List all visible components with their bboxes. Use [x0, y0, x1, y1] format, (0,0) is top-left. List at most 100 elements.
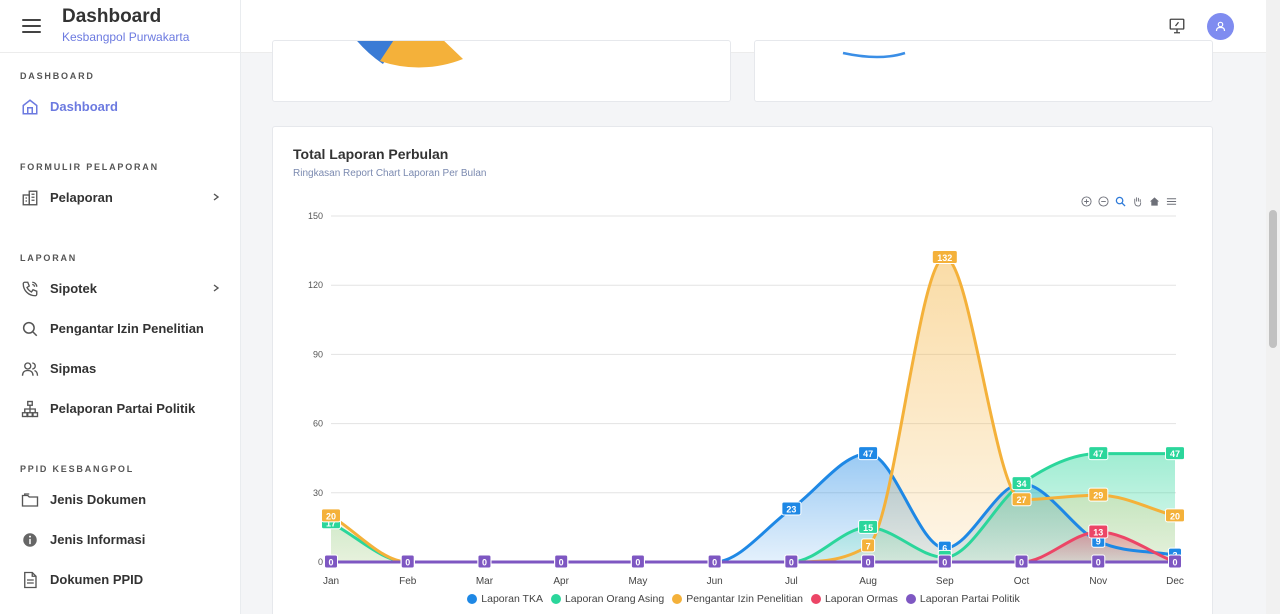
sitemap-icon — [21, 400, 39, 418]
page-title: Dashboard — [62, 6, 162, 27]
data-label: 20 — [1170, 511, 1180, 521]
legend-label: Laporan Orang Asing — [564, 593, 665, 605]
data-label: 0 — [559, 558, 564, 568]
legend-item[interactable]: Laporan TKA — [467, 593, 543, 605]
folder-icon — [21, 493, 39, 507]
scrollbar-thumb[interactable] — [1269, 210, 1277, 348]
pie-chart-partial — [842, 51, 906, 59]
x-tick-label: Sep — [936, 576, 954, 587]
phone-icon — [22, 281, 38, 297]
y-tick-label: 120 — [308, 280, 323, 290]
legend-marker — [467, 594, 478, 604]
legend-item[interactable]: Pengantar Izin Penelitian — [672, 593, 803, 605]
data-label: 0 — [1096, 558, 1101, 568]
x-tick-label: Dec — [1166, 576, 1184, 587]
legend-marker — [550, 594, 561, 604]
data-label: 34 — [1017, 479, 1027, 489]
page-subtitle: Kesbangpol Purwakarta — [62, 30, 190, 44]
sidebar-item-label: Sipmas — [50, 361, 97, 376]
data-label: 0 — [942, 558, 947, 568]
sidebar-item-pelaporan-partai-politik[interactable]: Pelaporan Partai Politik — [0, 392, 240, 426]
data-label: 132 — [937, 253, 952, 263]
page-scrollbar[interactable] — [1266, 0, 1280, 614]
data-label: 47 — [863, 449, 873, 459]
sidebar-item-label: Pengantar Izin Penelitian — [50, 321, 204, 336]
x-tick-label: Jul — [785, 576, 798, 587]
x-tick-label: Jun — [707, 576, 723, 587]
x-tick-label: Aug — [859, 576, 877, 587]
sidebar-item-label: Sipotek — [50, 281, 97, 296]
data-label: 0 — [1172, 558, 1177, 568]
legend-label: Laporan Ormas — [824, 593, 898, 605]
x-tick-label: Apr — [553, 576, 569, 587]
user-icon — [1215, 21, 1226, 32]
sidebar: Dashboard Kesbangpol Purwakarta DASHBOAR… — [0, 0, 241, 614]
data-label: 0 — [1019, 558, 1024, 568]
hamburger-menu-icon[interactable] — [22, 19, 41, 33]
sidebar-item-sipmas[interactable]: Sipmas — [0, 352, 240, 386]
y-tick-label: 90 — [313, 349, 323, 359]
search-icon — [22, 321, 38, 337]
pie-chart-card-left — [272, 40, 731, 102]
x-tick-label: May — [628, 576, 647, 587]
legend-marker — [810, 594, 821, 604]
sidebar-item-dashboard[interactable]: Dashboard — [0, 90, 240, 124]
pie-slice-orange — [380, 41, 463, 68]
legend-label: Laporan TKA — [481, 593, 543, 605]
data-label: 47 — [1170, 449, 1180, 459]
y-tick-label: 150 — [308, 211, 323, 221]
sidebar-item-pelaporan[interactable]: Pelaporan — [0, 181, 240, 215]
info-icon — [23, 533, 37, 547]
pie-edge-blue — [842, 51, 906, 59]
sidebar-item-jenis-dokumen[interactable]: Jenis Dokumen — [0, 483, 240, 517]
sidebar-item-sipotek[interactable]: Sipotek — [0, 272, 240, 306]
chart-legend: Laporan TKA Laporan Orang Asing Pengantar … — [273, 593, 1214, 607]
legend-marker — [905, 594, 916, 604]
section-formulir-pelaporan: FORMULIR PELAPORAN — [20, 162, 159, 172]
sidebar-item-label: Dokumen PPID — [50, 572, 144, 587]
data-label: 0 — [328, 558, 333, 568]
y-tick-label: 60 — [313, 419, 323, 429]
data-label: 0 — [482, 558, 487, 568]
series-area-2 — [331, 257, 1175, 562]
area-chart: 0306090120150Jan Feb Mar Apr May Jun Jul Aug Sep… — [308, 211, 1185, 587]
data-label: 0 — [789, 558, 794, 568]
data-label: 13 — [1093, 528, 1103, 538]
pie-chart-partial — [357, 41, 463, 68]
pie-chart-card-right — [754, 40, 1213, 102]
data-label: 29 — [1093, 491, 1103, 501]
monthly-report-card: Total Laporan Perbulan Ringkasan Report … — [272, 126, 1213, 614]
legend-label: Laporan Partai Politik — [919, 593, 1020, 605]
y-tick-label: 30 — [313, 488, 323, 498]
data-label: 0 — [405, 558, 410, 568]
brand-header: Dashboard Kesbangpol Purwakarta — [0, 0, 240, 53]
legend-item[interactable]: Laporan Partai Politik — [905, 593, 1020, 605]
sidebar-item-pengantar-izin-penelitian[interactable]: Pengantar Izin Penelitian — [0, 312, 240, 346]
x-tick-label: Mar — [476, 576, 494, 587]
legend-item[interactable]: Laporan Orang Asing — [550, 593, 665, 605]
home-icon — [22, 99, 38, 115]
legend-marker — [672, 594, 683, 604]
chevron-right-icon — [213, 193, 220, 201]
data-label: 23 — [786, 504, 796, 514]
data-label: 0 — [712, 558, 717, 568]
monitor-icon[interactable] — [1168, 17, 1186, 35]
sidebar-item-label: Jenis Informasi — [50, 532, 146, 547]
users-icon — [21, 362, 39, 376]
legend-item[interactable]: Laporan Ormas — [810, 593, 898, 605]
data-label: 47 — [1093, 449, 1103, 459]
chevron-right-icon — [213, 284, 220, 292]
document-icon — [24, 571, 37, 589]
data-label: 0 — [635, 558, 640, 568]
data-label: 15 — [863, 523, 873, 533]
avatar[interactable] — [1207, 13, 1234, 40]
data-label: 0 — [866, 558, 871, 568]
x-tick-label: Oct — [1014, 576, 1030, 587]
sidebar-item-dokumen-ppid[interactable]: Dokumen PPID — [0, 563, 240, 597]
x-tick-label: Feb — [399, 576, 417, 587]
sidebar-item-label: Pelaporan — [50, 190, 113, 205]
section-ppid-kesbangpol: PPID KESBANGPOL — [20, 464, 135, 474]
y-tick-label: 0 — [318, 557, 323, 567]
building-icon — [22, 190, 38, 206]
sidebar-item-jenis-informasi[interactable]: Jenis Informasi — [0, 523, 240, 557]
